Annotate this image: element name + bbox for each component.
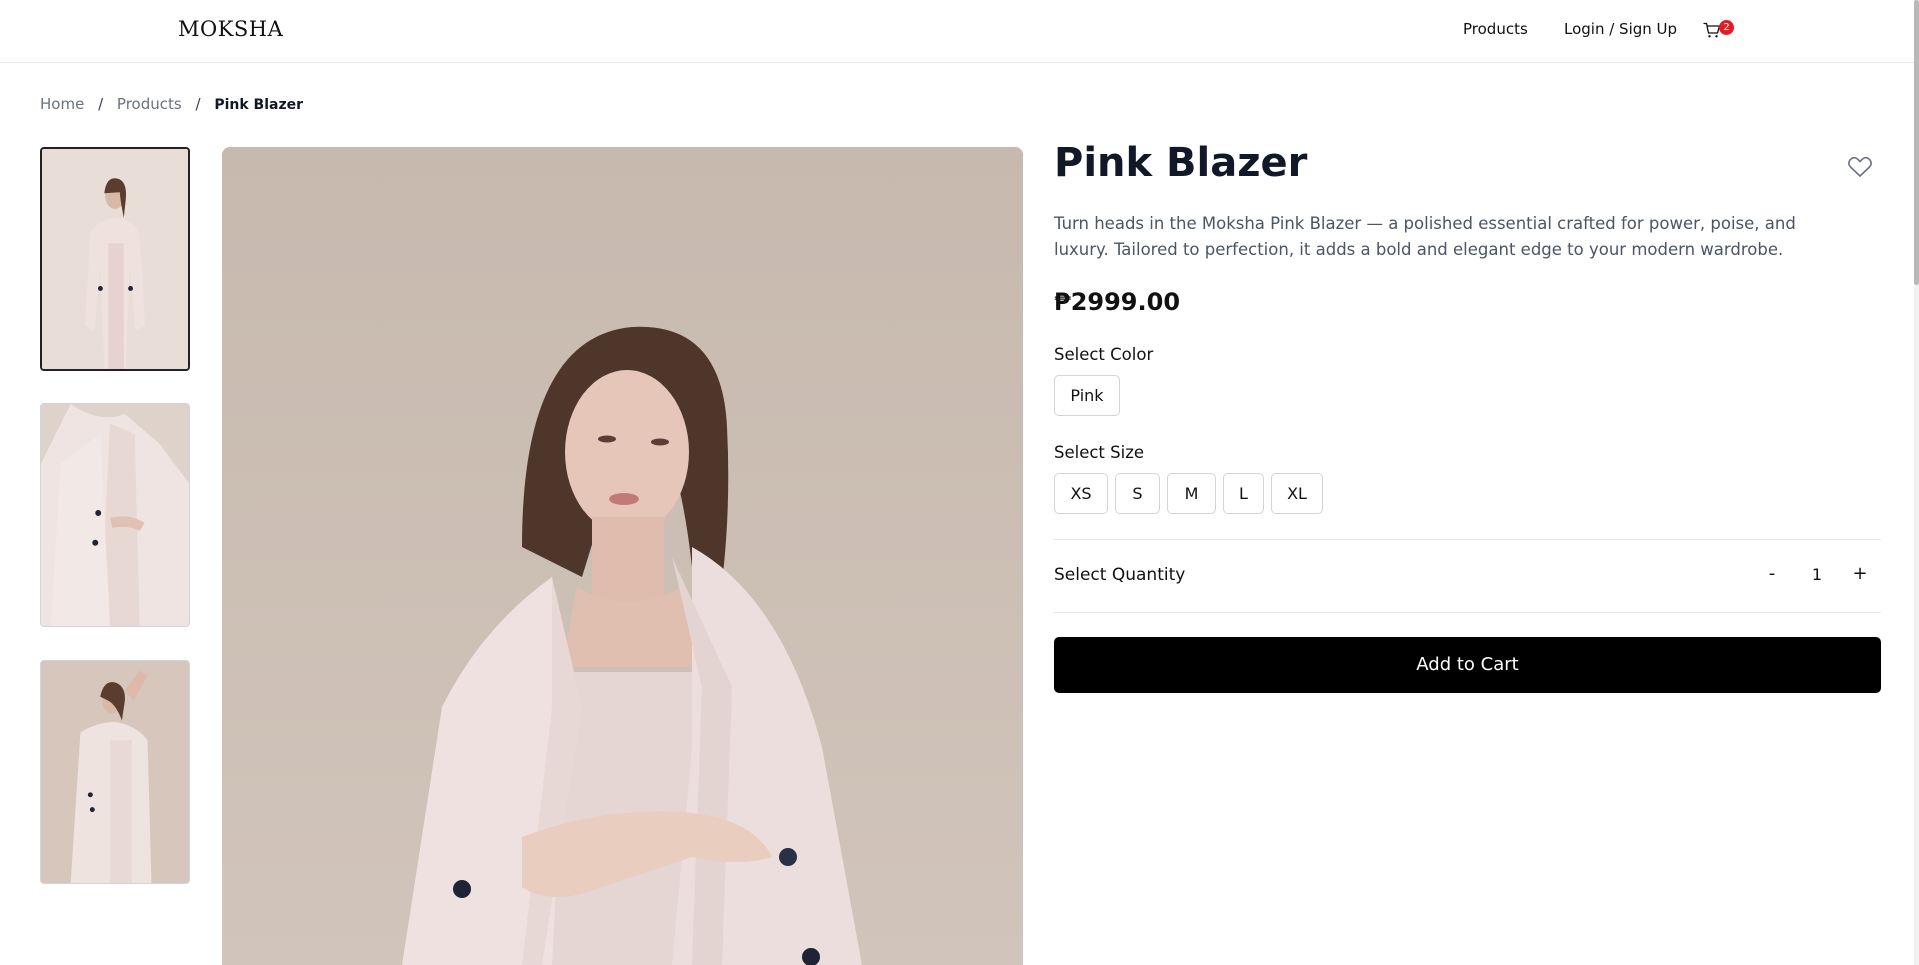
breadcrumb-home[interactable]: Home (40, 95, 84, 113)
thumbnail-image (42, 149, 188, 369)
quantity-increment-button[interactable]: + (1850, 563, 1870, 584)
thumbnail-image (41, 404, 189, 626)
scrollbar-thumb[interactable] (1914, 0, 1919, 285)
cart-button[interactable]: 2 (1703, 20, 1734, 41)
product-photo (222, 147, 1023, 965)
breadcrumb-current: Pink Blazer (214, 97, 304, 113)
color-option-pink[interactable]: Pink (1054, 375, 1120, 416)
size-option-xs[interactable]: XS (1054, 473, 1108, 514)
select-color-label: Select Color (1054, 345, 1154, 364)
add-to-cart-button[interactable]: Add to Cart (1054, 637, 1881, 693)
breadcrumb-separator: / (98, 95, 104, 113)
thumbnail-1[interactable] (40, 147, 190, 371)
page-scrollbar[interactable] (1914, 0, 1919, 965)
breadcrumb-separator: / (195, 95, 201, 113)
thumbnail-2[interactable] (40, 403, 190, 627)
nav-products-link[interactable]: Products (1463, 20, 1528, 38)
thumbnail-3[interactable] (40, 660, 190, 884)
size-option-xl[interactable]: XL (1271, 473, 1323, 514)
quantity-value: 1 (1811, 565, 1823, 584)
site-header: MOKSHA Products Login / Sign Up 2 (0, 0, 1914, 63)
quantity-decrement-button[interactable]: - (1762, 563, 1782, 584)
select-quantity-label: Select Quantity (1054, 565, 1186, 585)
product-title: Pink Blazer (1054, 140, 1308, 186)
product-price: ₱2999.00 (1054, 288, 1181, 316)
size-option-s[interactable]: S (1115, 473, 1160, 514)
breadcrumb-products[interactable]: Products (117, 95, 182, 113)
divider (1054, 539, 1881, 540)
product-description: Turn heads in the Moksha Pink Blazer — a… (1054, 214, 1796, 259)
product-main-image[interactable] (222, 147, 1023, 965)
breadcrumb: Home / Products / Pink Blazer (40, 95, 303, 113)
cart-count-badge: 2 (1719, 20, 1734, 35)
site-logo[interactable]: MOKSHA (178, 17, 283, 41)
select-size-label: Select Size (1054, 443, 1145, 462)
product-page: MOKSHA Products Login / Sign Up 2 Home /… (0, 0, 1919, 965)
divider (1054, 612, 1881, 613)
heart-icon (1848, 156, 1872, 177)
wishlist-button[interactable] (1847, 155, 1873, 179)
size-option-l[interactable]: L (1223, 473, 1264, 514)
size-option-m[interactable]: M (1167, 473, 1216, 514)
nav-login-link[interactable]: Login / Sign Up (1564, 20, 1677, 38)
thumbnail-image (41, 661, 189, 883)
